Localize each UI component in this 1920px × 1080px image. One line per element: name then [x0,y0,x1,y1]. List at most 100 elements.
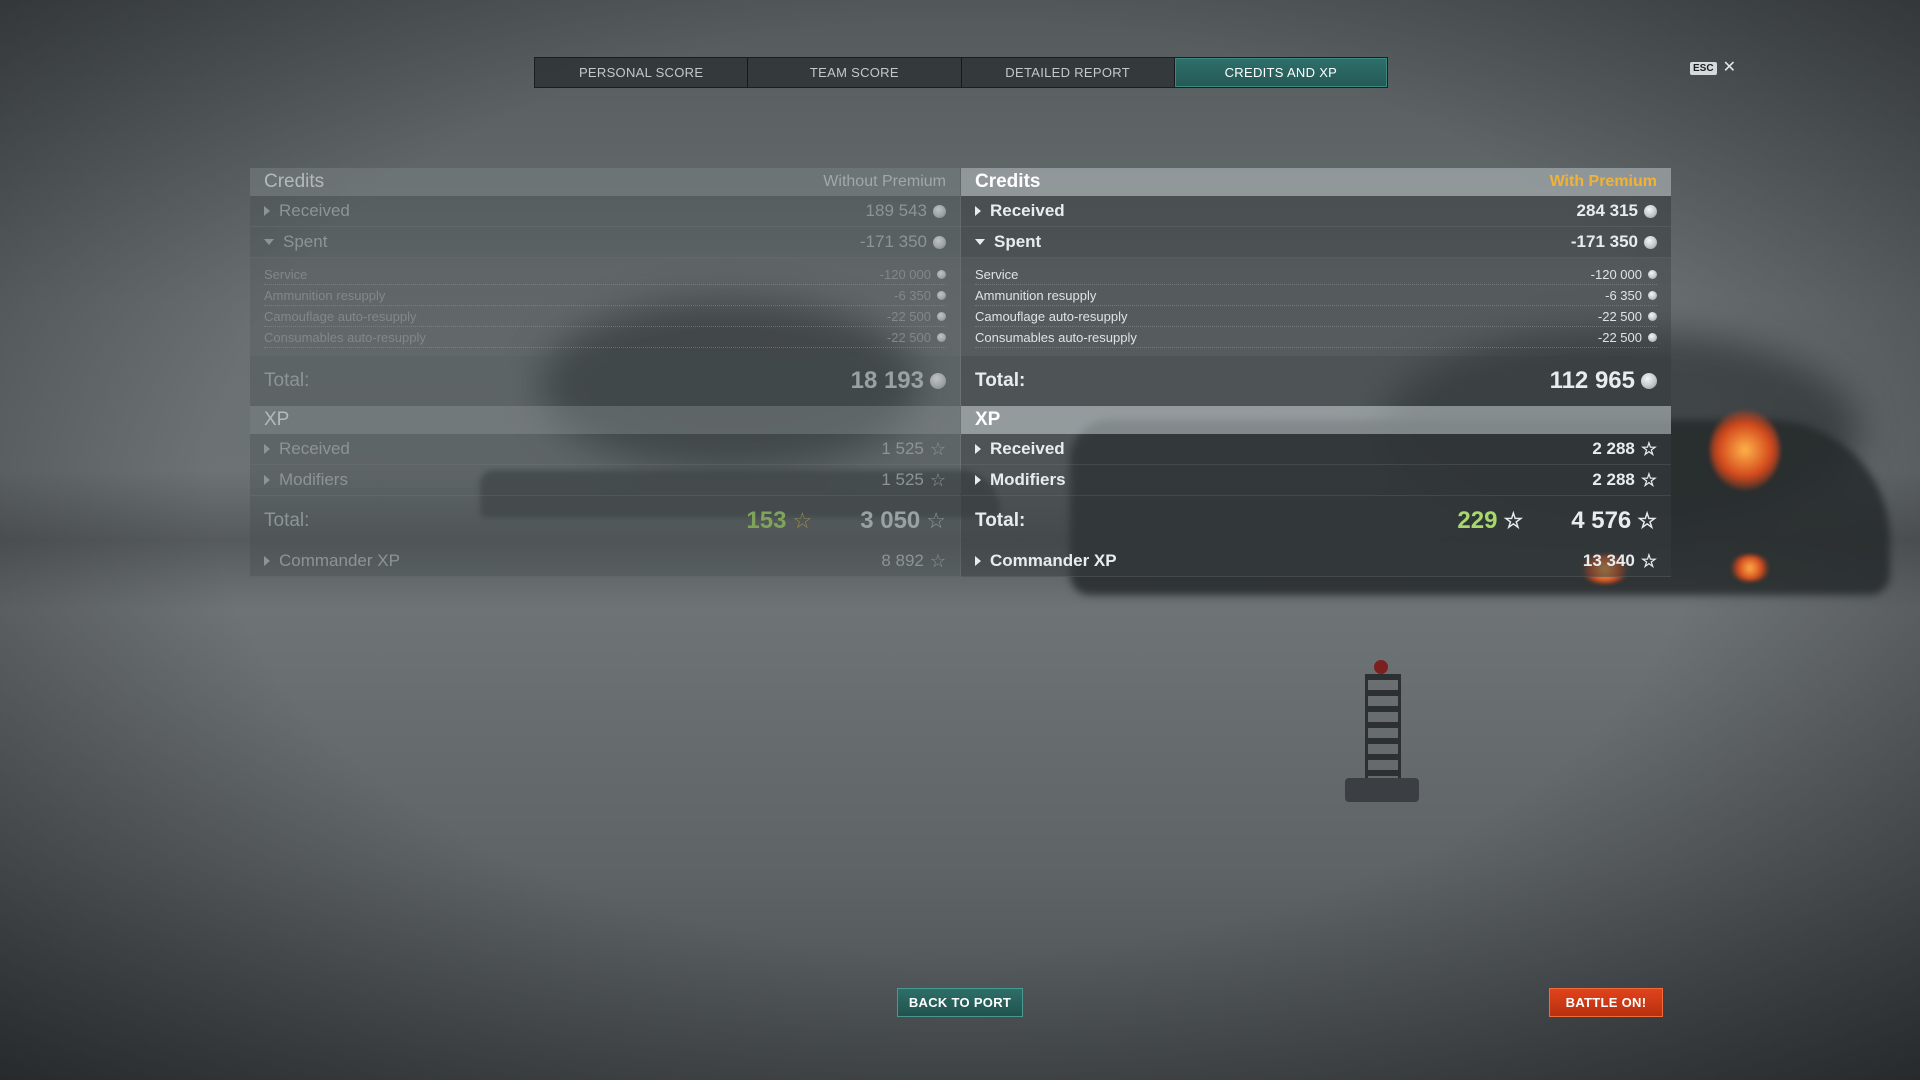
credits-received-row[interactable]: Received 284 315 [961,196,1671,227]
credit-coin-icon [937,290,946,300]
credits-spent-row[interactable]: Spent -171 350 [961,227,1671,258]
credit-coin-icon [933,204,946,218]
star-icon: ☆ [1640,551,1657,571]
row-label: Received [990,201,1065,220]
esc-key-badge: ESC [1690,61,1717,75]
credits-header: Credits Without Premium [250,168,960,196]
with-premium-label: With Premium [1549,173,1657,190]
credit-coin-icon [937,311,946,321]
row-label: Modifiers [279,470,348,489]
close-icon[interactable]: ✕ [1723,60,1736,76]
row-label: Modifiers [990,470,1066,489]
credit-coin-icon [1648,269,1657,279]
free-xp-value: 229 [1457,507,1498,534]
spent-breakdown: Service -120 000 Ammunition resupply -6 35… [961,258,1671,356]
row-value: -171 350 [1570,232,1638,251]
total-label: Total: [264,370,310,391]
row-value: -171 350 [859,232,927,251]
credit-coin-icon [937,269,946,279]
xp-total-value: 4 576 [1571,507,1632,534]
spent-item-value: -120 000 [1590,266,1642,282]
credit-coin-icon [1648,332,1657,342]
collapse-arrow-icon [975,239,985,245]
expand-arrow-icon [264,556,270,566]
xp-total-row: Total: 229 ☆ 4 576 ☆ [961,496,1671,546]
row-value: 2 288 [1592,470,1635,489]
credit-coin-icon [1648,290,1657,300]
commander-xp-row[interactable]: Commander XP 8 892 ☆ [250,546,960,577]
expand-arrow-icon [264,444,270,454]
spent-item: Camouflage auto-resupply -22 500 [975,306,1657,327]
row-value: 13 340 [1582,551,1635,570]
spent-item: Ammunition resupply -6 350 [975,285,1657,306]
commander-xp-row[interactable]: Commander XP 13 340 ☆ [961,546,1671,577]
gold-star-icon: ☆ [1503,508,1524,533]
expand-arrow-icon [975,556,981,566]
free-xp-value: 153 [746,507,787,534]
spent-item: Consumables auto-resupply -22 500 [975,327,1657,348]
battle-on-button[interactable]: BATTLE ON! [1549,988,1663,1017]
spent-item-value: -22 500 [1597,329,1642,345]
credits-total-value: 18 193 [850,367,924,394]
expand-arrow-icon [975,444,981,454]
spent-item-value: -22 500 [886,308,931,324]
credit-coin-icon [1648,311,1657,321]
row-label: Spent [283,232,328,251]
credits-total-row: Total: 112 965 [961,356,1671,406]
credit-coin-icon [933,235,946,249]
row-value: 1 525 [881,439,924,458]
row-value: 1 525 [881,470,924,489]
xp-header: XP [961,406,1671,434]
expand-arrow-icon [975,206,981,216]
spent-item-value: -22 500 [1597,308,1642,324]
spent-item-label: Camouflage auto-resupply [264,308,417,324]
star-icon: ☆ [926,508,946,533]
xp-modifiers-row[interactable]: Modifiers 2 288 ☆ [961,465,1671,496]
credits-spent-row[interactable]: Spent -171 350 [250,227,960,258]
credit-coin-icon [1644,204,1657,218]
esc-close-button[interactable]: ESC ✕ [1690,60,1736,76]
credits-total-row: Total: 18 193 [250,356,960,406]
credits-title: Credits [264,171,325,192]
result-tabs: PERSONAL SCORE TEAM SCORE DETAILED REPOR… [534,57,1388,88]
row-label: Commander XP [990,551,1117,570]
xp-header: XP [250,406,960,434]
total-label: Total: [975,370,1026,391]
xp-title: XP [975,409,1001,430]
without-premium-label: Without Premium [823,173,946,190]
xp-received-row[interactable]: Received 2 288 ☆ [961,434,1671,465]
without-premium-panel: Credits Without Premium Received 189 543… [250,168,960,577]
xp-total-row: Total: 153 ☆ 3 050 ☆ [250,496,960,546]
star-icon: ☆ [1640,470,1657,490]
credits-title: Credits [975,171,1041,192]
star-icon: ☆ [1637,508,1657,533]
tab-personal-score[interactable]: PERSONAL SCORE [535,58,749,87]
tab-team-score[interactable]: TEAM SCORE [748,58,962,87]
spent-item: Service -120 000 [264,264,946,285]
row-value: 2 288 [1592,439,1635,458]
spent-item: Service -120 000 [975,264,1657,285]
collapse-arrow-icon [264,239,274,245]
xp-title: XP [264,409,290,430]
total-label: Total: [264,510,310,531]
total-label: Total: [975,510,1026,531]
tab-credits-and-xp[interactable]: CREDITS AND XP [1174,58,1387,87]
spent-item-label: Consumables auto-resupply [264,329,426,345]
xp-total-value: 3 050 [860,507,921,534]
spent-breakdown: Service -120 000 Ammunition resupply -6 35… [250,258,960,356]
xp-modifiers-row[interactable]: Modifiers 1 525 ☆ [250,465,960,496]
xp-received-row[interactable]: Received 1 525 ☆ [250,434,960,465]
back-to-port-button[interactable]: BACK TO PORT [897,988,1023,1017]
row-value: 8 892 [881,551,924,570]
credits-header: Credits With Premium [961,168,1671,196]
row-label: Received [279,439,350,458]
tab-detailed-report[interactable]: DETAILED REPORT [962,58,1175,87]
credit-coin-icon [1644,235,1657,249]
spent-item-label: Camouflage auto-resupply [975,308,1128,324]
row-label: Received [279,201,350,220]
spent-item-label: Consumables auto-resupply [975,329,1137,345]
credits-received-row[interactable]: Received 189 543 [250,196,960,227]
row-value: 284 315 [1576,201,1638,220]
spent-item: Camouflage auto-resupply -22 500 [264,306,946,327]
gold-star-icon: ☆ [792,508,813,533]
